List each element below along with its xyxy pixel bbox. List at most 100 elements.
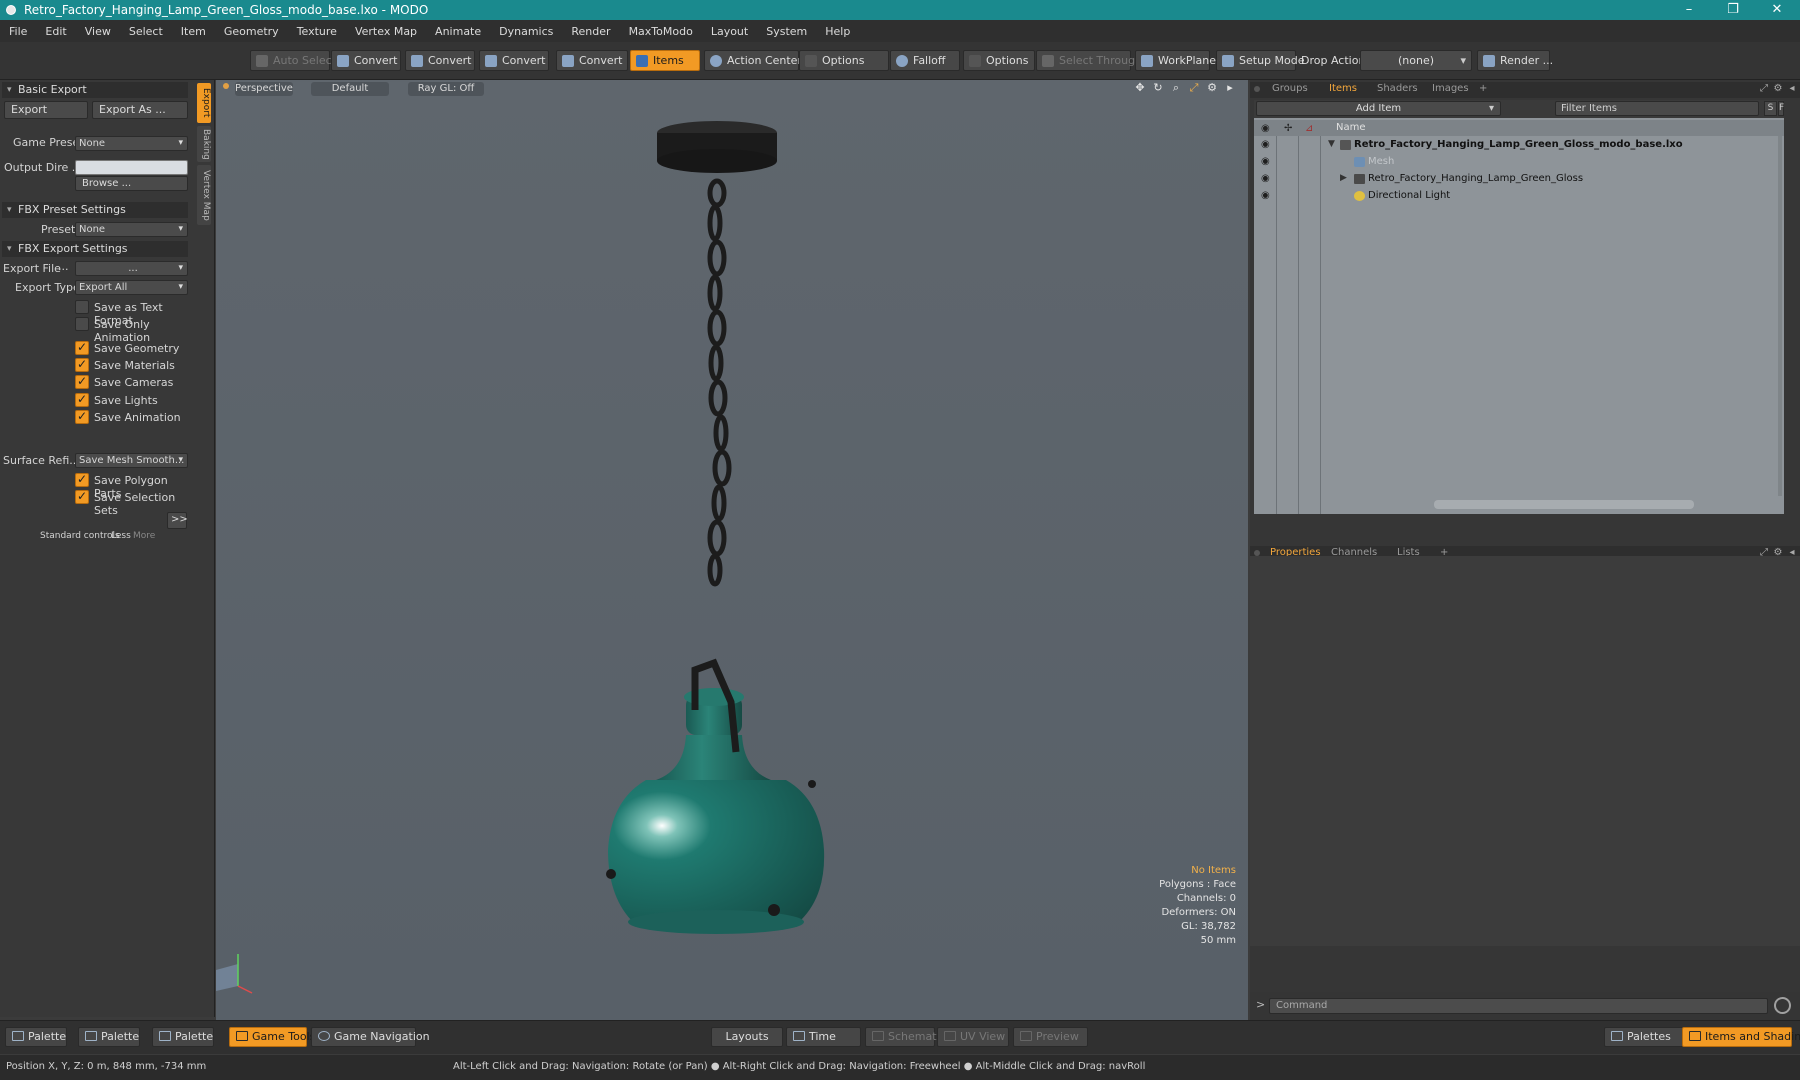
- tab-export[interactable]: Export: [197, 83, 211, 123]
- setup-mode-button[interactable]: Setup Mode: [1216, 50, 1304, 71]
- raygl-tab[interactable]: Ray GL: Off: [408, 82, 484, 96]
- checkbox-save-selection-sets[interactable]: [75, 489, 89, 505]
- 3d-viewport[interactable]: Perspective Default Ray GL: Off ✥ ↻ ⌕ ⤢ …: [216, 80, 1248, 1020]
- action-center-options-button[interactable]: Options: [799, 50, 889, 71]
- close-button[interactable]: ✕: [1754, 0, 1800, 20]
- menu-texture[interactable]: Texture: [288, 25, 346, 38]
- output-dir-field[interactable]: [75, 160, 188, 175]
- less-link[interactable]: Less: [111, 531, 131, 541]
- panel-menu-dot-icon[interactable]: [1254, 86, 1260, 92]
- more-options-button[interactable]: >>: [167, 512, 188, 529]
- layouts-button[interactable]: Layouts: [711, 1027, 783, 1047]
- viewport-expand-arrow-icon[interactable]: ▸: [1224, 82, 1236, 94]
- fit-icon[interactable]: ⤢: [1188, 82, 1200, 94]
- more-link[interactable]: More: [133, 531, 155, 541]
- viewport-settings-gear-icon[interactable]: ⚙: [1206, 82, 1218, 94]
- tree-row-lamp-mesh[interactable]: ◉ ▶ Retro_Factory_Hanging_Lamp_Green_Glo…: [1254, 172, 1784, 187]
- tab-shaders[interactable]: Shaders: [1377, 83, 1418, 94]
- export-type-select[interactable]: Export All: [75, 280, 188, 295]
- item-list-horizontal-scrollbar[interactable]: [1434, 500, 1694, 509]
- drop-action-select[interactable]: (none): [1360, 50, 1472, 71]
- tab-items[interactable]: Items: [1329, 83, 1357, 94]
- menu-dynamics[interactable]: Dynamics: [490, 25, 562, 38]
- browse-button[interactable]: Browse ...: [75, 176, 188, 191]
- export-button[interactable]: Export: [4, 101, 88, 119]
- visibility-eye-icon[interactable]: ◉: [1261, 157, 1273, 167]
- menu-system[interactable]: System: [757, 25, 816, 38]
- filter-items-input[interactable]: Filter Items: [1555, 101, 1759, 116]
- tree-row-light[interactable]: ◉ Directional Light: [1254, 189, 1784, 204]
- command-input[interactable]: Command: [1269, 998, 1768, 1014]
- filter-s-button[interactable]: S: [1764, 101, 1777, 116]
- shading-tab[interactable]: Default: [311, 82, 389, 96]
- view-mode-tab[interactable]: Perspective: [235, 82, 293, 96]
- auto-select-button[interactable]: Auto Select: [250, 50, 336, 71]
- menu-geometry[interactable]: Geometry: [215, 25, 288, 38]
- palette-button-2[interactable]: Palette: [78, 1027, 140, 1047]
- visibility-eye-icon[interactable]: ◉: [1261, 140, 1273, 150]
- menu-select[interactable]: Select: [120, 25, 172, 38]
- checkbox-save-cameras[interactable]: [75, 374, 89, 390]
- pan-icon[interactable]: ✥: [1134, 82, 1146, 94]
- checkbox-save-geometry[interactable]: [75, 340, 89, 355]
- render-button[interactable]: Render ...: [1477, 50, 1553, 71]
- menu-view[interactable]: View: [76, 25, 120, 38]
- add-tab-button[interactable]: +: [1479, 83, 1487, 94]
- preset-select[interactable]: None: [75, 222, 188, 237]
- falloff-button[interactable]: Falloff: [890, 50, 960, 71]
- menu-vertex-map[interactable]: Vertex Map: [346, 25, 426, 38]
- convert-button-3[interactable]: Convert: [479, 50, 549, 71]
- menu-item[interactable]: Item: [172, 25, 215, 38]
- checkbox-save-lights[interactable]: [75, 392, 89, 407]
- tab-vertex-map[interactable]: Vertex Map: [197, 165, 211, 225]
- export-as-button[interactable]: Export As ...: [92, 101, 188, 119]
- game-tools-button[interactable]: Game Tools: [229, 1027, 315, 1047]
- panel-collapse-icon[interactable]: ◂: [1786, 83, 1798, 95]
- palettes-button[interactable]: Palettes: [1604, 1027, 1684, 1047]
- tab-baking[interactable]: Baking: [197, 126, 211, 162]
- tab-images[interactable]: Images: [1432, 83, 1469, 94]
- surface-refinement-select[interactable]: Save Mesh Smooth...: [75, 453, 188, 468]
- schematic-button[interactable]: Schematic: [865, 1027, 946, 1047]
- menu-maxtomodo[interactable]: MaxToModo: [620, 25, 702, 38]
- items-and-shading-button[interactable]: Items and Shading: [1682, 1027, 1800, 1047]
- game-navigation-button[interactable]: Game Navigation: [311, 1027, 430, 1047]
- add-item-button[interactable]: Add Item: [1256, 101, 1501, 116]
- action-center-button[interactable]: Action Center: [704, 50, 802, 71]
- falloff-options-button[interactable]: Options: [963, 50, 1035, 71]
- filter-f-button[interactable]: F: [1778, 101, 1784, 116]
- convert-button-2[interactable]: Convert: [405, 50, 475, 71]
- item-list-vertical-scrollbar[interactable]: [1778, 136, 1782, 496]
- maximize-button[interactable]: ❐: [1710, 0, 1756, 20]
- palette-button-1[interactable]: Palette: [5, 1027, 67, 1047]
- tree-row-scene[interactable]: ◉ ▼ Retro_Factory_Hanging_Lamp_Green_Glo…: [1254, 138, 1784, 153]
- tree-row-mesh[interactable]: ◉ Mesh: [1254, 155, 1784, 170]
- fbx-export-settings-header[interactable]: FBX Export Settings: [2, 241, 188, 257]
- uv-view-button[interactable]: UV View: [937, 1027, 1009, 1047]
- checkbox-save-only-animation[interactable]: [75, 317, 89, 332]
- checkbox-save-materials[interactable]: [75, 357, 89, 372]
- menu-help[interactable]: Help: [816, 25, 859, 38]
- minimize-button[interactable]: –: [1666, 0, 1712, 20]
- rotate-icon[interactable]: ↻: [1152, 82, 1164, 94]
- checkbox-save-polygon-parts[interactable]: [75, 472, 89, 487]
- basic-export-header[interactable]: Basic Export: [2, 82, 188, 98]
- menu-layout[interactable]: Layout: [702, 25, 757, 38]
- game-preset-select[interactable]: None: [75, 136, 188, 151]
- time-button[interactable]: Time: [786, 1027, 861, 1047]
- items-mode-button[interactable]: Items: [630, 50, 700, 71]
- expand-arrow-icon[interactable]: ▶: [1340, 173, 1347, 183]
- fbx-preset-settings-header[interactable]: FBX Preset Settings: [2, 202, 188, 218]
- menu-edit[interactable]: Edit: [36, 25, 75, 38]
- panel-settings-gear-icon[interactable]: ⚙: [1772, 83, 1784, 95]
- select-through-button[interactable]: Select Through: [1036, 50, 1142, 71]
- workplane-button[interactable]: WorkPlane: [1135, 50, 1216, 71]
- zoom-icon[interactable]: ⌕: [1170, 82, 1182, 94]
- visibility-eye-icon[interactable]: ◉: [1261, 174, 1273, 184]
- convert-button-1[interactable]: Convert: [331, 50, 401, 71]
- maximize-panel-icon[interactable]: ⤢: [1758, 83, 1770, 95]
- viewport-menu-dot-icon[interactable]: [223, 83, 229, 89]
- palette-button-3[interactable]: Palette: [152, 1027, 214, 1047]
- menu-animate[interactable]: Animate: [426, 25, 490, 38]
- preview-button[interactable]: Preview: [1013, 1027, 1088, 1047]
